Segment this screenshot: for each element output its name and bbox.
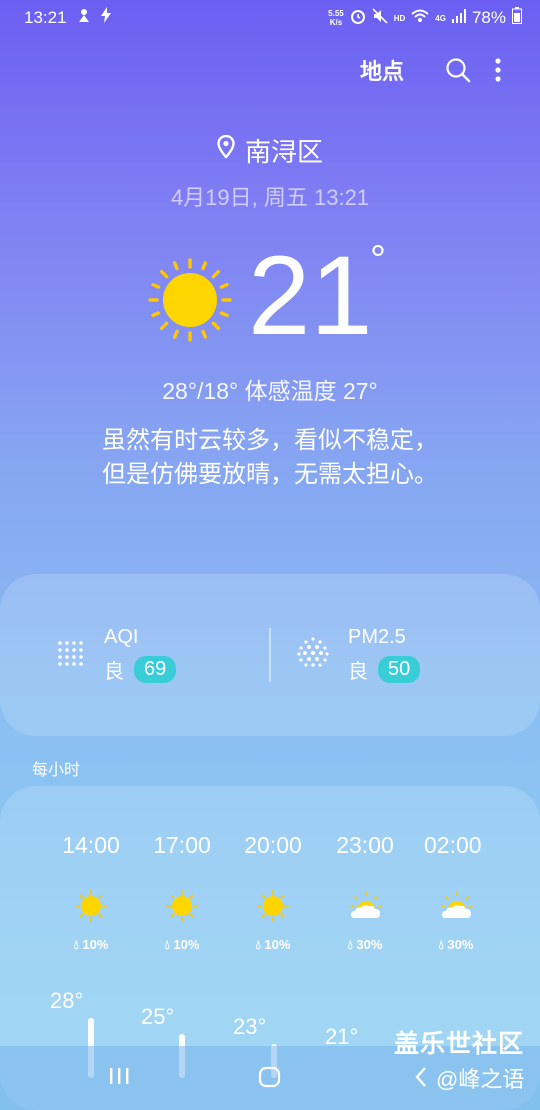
pm25-level: 良 [348,661,368,683]
home-icon[interactable] [258,1066,282,1093]
raindrop-icon: 💧︎ [255,937,261,952]
search-icon[interactable] [438,50,478,90]
pm25-value-badge: 50 [378,656,421,683]
hour-time: 02:00 [424,832,482,858]
mute-icon [372,7,388,29]
hour-temperature: 25° [141,1004,175,1029]
notification-icon [77,7,91,28]
alarm-icon [350,8,366,29]
status-time: 13:21 [24,7,67,27]
hour-time: 20:00 [244,832,302,858]
battery-icon [512,7,522,29]
network-gen: 4G [435,13,446,23]
sunny-icon [257,890,289,922]
partly-cloudy-icon [349,890,382,922]
signal-icon [451,8,466,28]
status-bar: 13:21 5.55 K/s HD 4G 78% [0,0,540,34]
pm25-label: PM2.5 [348,626,406,648]
rain-chance: 💧︎ 10% [164,937,200,952]
degree-symbol: ° [370,238,386,282]
charging-bolt-icon [100,7,111,28]
rain-chance: 💧︎ 30% [347,937,383,952]
rain-chance: 💧︎ 10% [255,937,291,952]
air-quality-card[interactable]: AQI 良 69 PM2.5 良 50 [0,574,540,736]
raindrop-icon: 💧︎ [438,937,444,952]
current-temperature: 21 [248,233,373,358]
net-speed: 5.55 K/s [328,9,344,27]
pm25-particles-icon [296,636,330,675]
back-icon[interactable] [414,1066,428,1093]
date-time: 4月19日, 周五 13:21 [170,185,370,210]
watermark-text: 盖乐世社区 [394,1030,525,1058]
rain-chance: 💧︎ 30% [438,937,474,952]
location-pin-icon [217,134,235,166]
sunny-icon [148,258,232,347]
hourly-section-label: 每小时 [32,762,81,779]
current-weather: 21 ° [148,236,408,356]
aqi-item[interactable]: AQI 良 69 [56,626,177,684]
watermark-author: @峰之语 [436,1067,525,1092]
hour-time: 23:00 [336,832,394,858]
aqi-dots-icon [56,638,86,673]
pm25-item[interactable]: PM2.5 良 50 [296,626,421,684]
divider [269,628,271,682]
location-name: 南浔区 [244,137,323,167]
places-button[interactable]: 地点 [360,54,404,86]
recent-apps-icon[interactable] [108,1066,130,1091]
more-vert-icon[interactable] [478,50,518,90]
hour-temperature: 23° [233,1014,267,1039]
high-low-feels-like: 28°/18° 体感温度 27° [162,378,378,404]
rain-chance: 💧︎ 10% [73,937,109,952]
hour-time: 14:00 [62,832,120,858]
raindrop-icon: 💧︎ [73,937,79,952]
aqi-level: 良 [104,661,124,683]
aqi-label: AQI [104,626,139,648]
partly-cloudy-icon [440,890,473,922]
sunny-icon [75,890,107,922]
top-toolbar: 地点 [360,50,540,90]
aqi-value-badge: 69 [134,656,177,683]
hd-indicator: HD [393,13,406,23]
weather-description: 虽然有时云较多，看似不稳定， 但是仿佛要放晴，无需太担心。 [102,427,438,488]
sunny-icon [166,890,198,922]
wifi-icon [411,8,429,28]
location-header[interactable]: 南浔区 [0,132,540,169]
battery-percent: 78% [471,8,506,27]
hour-temperature: 28° [50,988,84,1013]
hour-time: 17:00 [153,832,211,858]
raindrop-icon: 💧︎ [164,937,170,952]
raindrop-icon: 💧︎ [347,937,353,952]
